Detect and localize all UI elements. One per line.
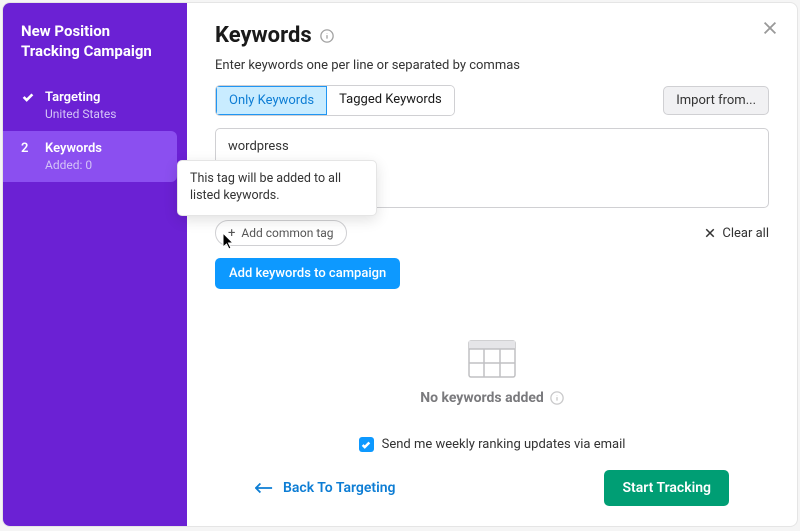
tab-only-keywords[interactable]: Only Keywords [216, 86, 327, 115]
back-button[interactable]: Back To Targeting [255, 480, 396, 496]
modal-container: New Position Tracking Campaign Targeting… [2, 2, 798, 527]
footer-row: Back To Targeting Start Tracking [215, 470, 769, 506]
import-button[interactable]: Import from... [663, 86, 769, 115]
arrow-left-icon [255, 482, 273, 494]
step-label: Targeting [45, 90, 100, 105]
checkbox-label: Send me weekly ranking updates via email [382, 437, 626, 452]
clear-all-button[interactable]: Clear all [704, 226, 769, 241]
wizard-sidebar: New Position Tracking Campaign Targeting… [3, 3, 187, 526]
wizard-step-keywords[interactable]: 2 Keywords Added: 0 [3, 131, 177, 182]
x-icon [704, 227, 716, 239]
textarea-actions: + Add common tag Clear all [215, 220, 769, 246]
empty-state: No keywords added [215, 289, 769, 437]
email-updates-row[interactable]: Send me weekly ranking updates via email [215, 437, 769, 452]
step-number: 2 [21, 141, 35, 156]
tab-tagged-keywords[interactable]: Tagged Keywords [327, 86, 454, 115]
info-icon[interactable] [320, 29, 334, 43]
step-subtext: Added: 0 [45, 158, 159, 172]
modal-title: New Position Tracking Campaign [3, 21, 187, 80]
tooltip: This tag will be added to all listed key… [177, 160, 377, 216]
tabs-group: Only Keywords Tagged Keywords [215, 85, 455, 116]
tabs-row: Only Keywords Tagged Keywords Import fro… [215, 85, 769, 116]
close-icon [761, 19, 779, 37]
empty-table-icon [468, 340, 516, 378]
page-title: Keywords [215, 23, 769, 48]
email-updates-checkbox[interactable] [359, 437, 374, 452]
add-keywords-button[interactable]: Add keywords to campaign [215, 258, 400, 289]
add-tag-label: Add common tag [241, 226, 333, 240]
step-label: Keywords [45, 141, 102, 156]
main-content: Keywords Enter keywords one per line or … [187, 3, 797, 526]
clear-label: Clear all [722, 226, 769, 241]
cursor-icon [222, 232, 236, 250]
page-subtitle: Enter keywords one per line or separated… [215, 58, 769, 73]
checkmark-icon [21, 90, 35, 104]
wizard-step-targeting[interactable]: Targeting United States [3, 80, 187, 131]
close-button[interactable] [757, 15, 783, 45]
back-label: Back To Targeting [283, 480, 396, 496]
info-icon[interactable] [550, 391, 564, 405]
empty-state-text: No keywords added [420, 390, 564, 406]
checkmark-icon [361, 440, 371, 450]
step-subtext: United States [45, 107, 169, 121]
start-tracking-button[interactable]: Start Tracking [604, 470, 729, 506]
